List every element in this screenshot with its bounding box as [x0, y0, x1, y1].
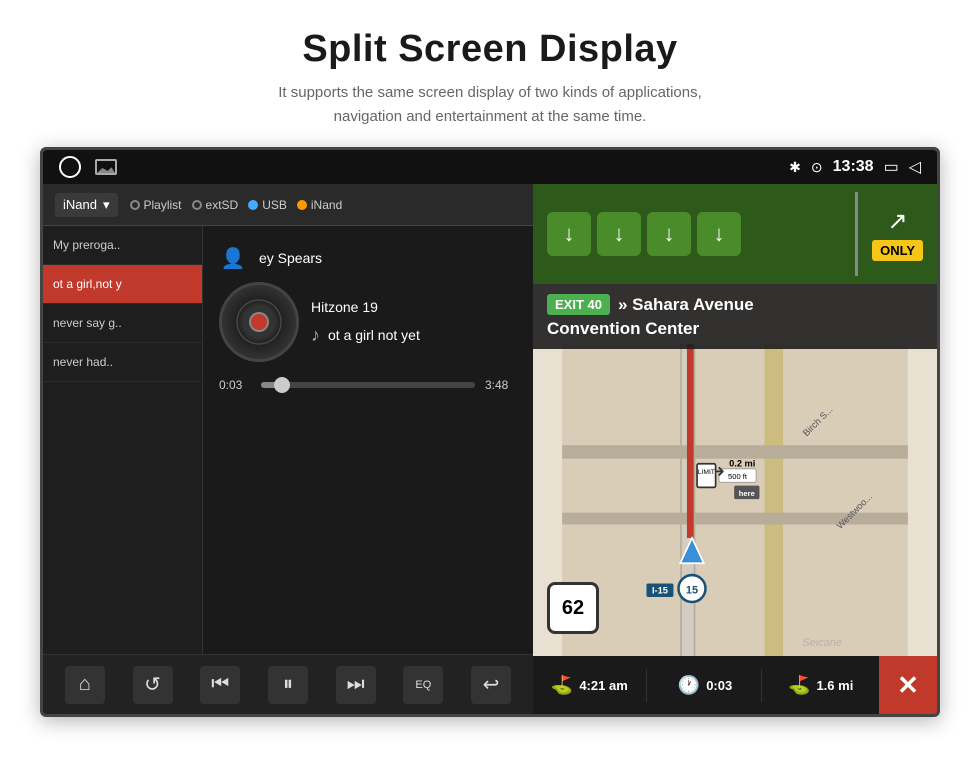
bluetooth-icon: ✱ — [789, 159, 801, 176]
progress-bar-container: 0:03 3:48 — [219, 378, 517, 392]
inand-radio — [297, 200, 307, 210]
page-header: Split Screen Display It supports the sam… — [0, 0, 980, 147]
extsd-radio — [192, 200, 202, 210]
music-player-panel: iNand ▾ Playlist extSD USB — [43, 184, 533, 714]
next-button[interactable]: ⏭ — [336, 666, 376, 704]
svg-text:LIMIT: LIMIT — [698, 469, 715, 476]
route-segment-distance: ⛳ 1.6 mi — [764, 669, 877, 702]
artist-row: 👤 ey Spears — [219, 244, 517, 272]
chevron-down-icon: ▾ — [103, 197, 110, 213]
player-info: 👤 ey Spears Hitzone 19 ♪ ot — [219, 236, 517, 370]
device-frame: ✱ ⊙ 13:38 ▭ ◁ iNand ▾ Playlist — [40, 147, 940, 717]
flag-start-icon: ⛳ — [551, 675, 573, 696]
navigation-panel: 15 I-15 here 500 ft Birch S... Westwoo..… — [533, 184, 937, 714]
svg-text:500 ft: 500 ft — [728, 472, 748, 481]
page-title: Split Screen Display — [20, 28, 960, 71]
back-button[interactable]: ↩ — [471, 666, 511, 704]
home-button[interactable]: ⌂ — [65, 666, 105, 704]
clock-icon: 🕐 — [678, 675, 700, 696]
street-name-line2: Convention Center — [547, 319, 699, 338]
now-playing: 👤 ey Spears Hitzone 19 ♪ ot — [203, 226, 533, 654]
progress-track[interactable] — [261, 382, 475, 388]
street-exit: EXIT 40 » Sahara Avenue — [547, 294, 923, 315]
nav-banner: ↓ ↓ ↓ ↓ ↗ ONLY — [533, 184, 937, 284]
nav-arrow-3: ↓ — [647, 212, 691, 256]
route-segment-duration: 🕐 0:03 — [649, 669, 763, 702]
page-subtitle: It supports the same screen display of t… — [20, 81, 960, 129]
route-bar: ⛳ 4:21 am 🕐 0:03 ⛳ 1.6 mi ✕ — [533, 656, 937, 714]
song-name: ot a girl not yet — [328, 327, 420, 343]
source-bar: iNand ▾ Playlist extSD USB — [43, 184, 533, 226]
flag-end-icon: ⛳ — [788, 675, 810, 696]
usb-option[interactable]: USB — [248, 198, 287, 212]
repeat-button[interactable]: ↺ — [133, 666, 173, 704]
mountain-icon — [97, 166, 115, 173]
person-icon: 👤 — [219, 244, 247, 272]
close-nav-button[interactable]: ✕ — [879, 656, 937, 714]
prev-button[interactable]: ⏮ — [200, 666, 240, 704]
exit-badge: EXIT 40 — [547, 294, 610, 315]
watermark: Seicane — [802, 637, 842, 649]
track-item-4[interactable]: never had.. — [43, 343, 202, 382]
route-arrival-time: 4:21 am — [579, 678, 627, 693]
track-item-1[interactable]: My preroga.. — [43, 226, 202, 265]
svg-text:I-15: I-15 — [652, 586, 668, 596]
album-name: Hitzone 19 — [311, 299, 420, 315]
album-row: Hitzone 19 ♪ ot a girl not yet — [219, 282, 517, 362]
speed-badge: 62 — [547, 582, 599, 634]
svg-text:here: here — [739, 489, 755, 498]
time-total: 3:48 — [485, 378, 517, 392]
street-banner: EXIT 40 » Sahara Avenue Convention Cente… — [533, 284, 937, 349]
playlist-option[interactable]: Playlist — [130, 198, 182, 212]
track-item-2[interactable]: ot a girl,not y — [43, 265, 202, 304]
nav-only-section: ↗ ONLY — [858, 184, 937, 284]
playlist-radio — [130, 200, 140, 210]
time-current: 0:03 — [219, 378, 251, 392]
back-arrow-icon: ◁ — [909, 157, 921, 177]
only-badge: ONLY — [872, 240, 923, 261]
status-right: ✱ ⊙ 13:38 ▭ ◁ — [789, 157, 921, 177]
music-note-icon: ♪ — [311, 325, 320, 346]
vinyl-center — [249, 312, 269, 332]
route-duration: 0:03 — [706, 678, 732, 693]
track-item-3[interactable]: never say g.. — [43, 304, 202, 343]
route-segment-time: ⛳ 4:21 am — [533, 669, 647, 702]
speed-number: 62 — [562, 598, 584, 618]
playlist-area: My preroga.. ot a girl,not y never say g… — [43, 226, 533, 654]
eq-button[interactable]: EQ — [403, 666, 443, 704]
extsd-option[interactable]: extSD — [192, 198, 239, 212]
controls-bar: ⌂ ↺ ⏮ ⏸ ⏭ EQ ↩ — [43, 654, 533, 714]
track-list: My preroga.. ot a girl,not y never say g… — [43, 226, 203, 654]
progress-section: 0:03 3:48 — [219, 370, 517, 400]
route-distance: 1.6 mi — [816, 678, 853, 693]
main-area: iNand ▾ Playlist extSD USB — [43, 184, 937, 714]
nav-arrows-section: ↓ ↓ ↓ ↓ — [533, 184, 855, 284]
svg-text:0.2 mi: 0.2 mi — [729, 458, 755, 468]
source-options: Playlist extSD USB iNand — [130, 198, 522, 212]
circle-icon — [59, 156, 81, 178]
vinyl-record — [219, 282, 299, 362]
svg-text:15: 15 — [686, 585, 698, 597]
play-pause-button[interactable]: ⏸ — [268, 666, 308, 704]
source-dropdown[interactable]: iNand ▾ — [55, 193, 118, 217]
progress-thumb[interactable] — [274, 377, 290, 393]
status-time: 13:38 — [833, 158, 874, 176]
image-icon — [95, 159, 117, 175]
status-left — [59, 156, 117, 178]
nav-only-arrow: ↗ — [887, 207, 907, 236]
nav-arrow-4: ↓ — [697, 212, 741, 256]
nav-arrow-1: ↓ — [547, 212, 591, 256]
status-bar: ✱ ⊙ 13:38 ▭ ◁ — [43, 150, 937, 184]
nav-arrow-2: ↓ — [597, 212, 641, 256]
artist-name: ey Spears — [259, 250, 322, 266]
window-icon: ▭ — [884, 157, 899, 177]
usb-radio — [248, 200, 258, 210]
street-name-line1: » Sahara Avenue — [618, 295, 754, 315]
inand-option[interactable]: iNand — [297, 198, 342, 212]
location-icon: ⊙ — [811, 159, 823, 176]
